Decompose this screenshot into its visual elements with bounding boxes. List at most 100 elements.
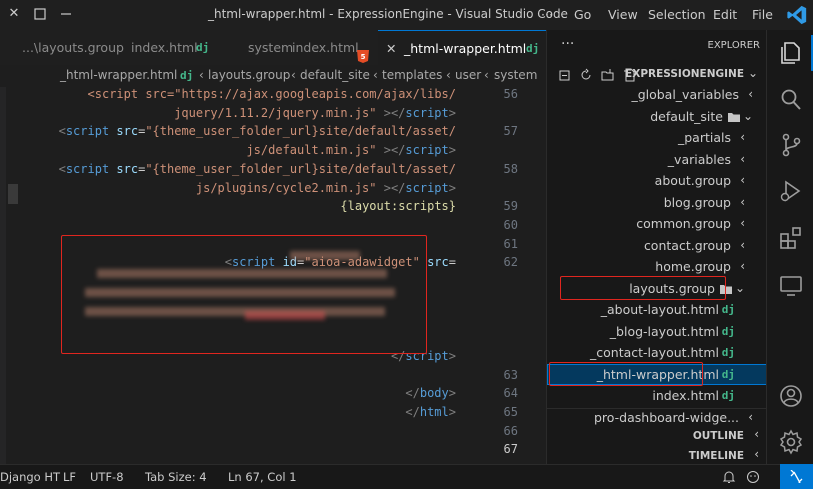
remote-indicator[interactable] (780, 464, 813, 489)
code-token: > (448, 180, 456, 195)
tree-folder-item[interactable]: ‹ contact.group (547, 235, 767, 256)
vscode-logo-icon (787, 5, 807, 25)
breadcrumb-item[interactable]: layouts.group (208, 68, 290, 82)
feedback-icon[interactable] (746, 470, 760, 484)
tab-index-html-layouts[interactable]: ...\layouts.group index.html dj (0, 30, 213, 65)
new-file-icon[interactable] (623, 67, 637, 82)
tab-path-suffix: ...\layouts.group (22, 40, 124, 55)
tree-folder-item[interactable]: ‹ blog.group (547, 192, 767, 213)
chevron-down-icon[interactable]: ⌄ (748, 66, 758, 80)
tree-item-label: _global_variables (631, 87, 739, 102)
chevron-right-icon: ‹ (740, 130, 745, 144)
tree-folder-item[interactable]: ‹ _partials (547, 127, 767, 148)
chevron-down-icon: ⌄ (742, 108, 753, 123)
account-icon[interactable] (778, 383, 804, 409)
html5-file-icon: 5 (357, 41, 369, 63)
more-actions-icon[interactable]: ··· (561, 36, 574, 52)
chevron-left-icon: ‹ (291, 68, 296, 82)
search-icon[interactable] (778, 87, 804, 113)
tree-folder-item[interactable]: ‹ _variables (547, 149, 767, 170)
code-token: script (405, 180, 449, 195)
tab-size[interactable]: Tab Size: 4 (145, 470, 207, 484)
tree-item-label: about.group (654, 173, 731, 188)
svg-text:5: 5 (361, 53, 366, 61)
tree-item-label: common.group (636, 216, 731, 231)
end-of-line[interactable]: LF (63, 470, 76, 484)
outline-section[interactable]: OUTLINE (693, 430, 744, 442)
language-mode[interactable]: Django HT (0, 470, 60, 484)
source-control-icon[interactable] (778, 132, 804, 158)
collapse-all-icon[interactable] (557, 67, 571, 81)
code-line: </html> (405, 405, 456, 419)
breadcrumb-item[interactable]: templates (382, 68, 442, 82)
tree-folder-item[interactable]: ⌄ default_site (547, 106, 767, 127)
close-window-icon[interactable]: ✕ (6, 6, 22, 22)
extensions-icon[interactable] (778, 225, 804, 251)
tree-item-label: _partials (677, 130, 731, 145)
code-line: {layout:scripts} (340, 199, 456, 213)
refresh-icon[interactable] (579, 67, 593, 81)
breadcrumb-file[interactable]: _html-wrapper.html (60, 68, 177, 82)
highlight-box (549, 361, 703, 386)
chevron-left-icon: ‹ (446, 68, 451, 82)
maximize-window-icon[interactable] (32, 6, 48, 22)
encoding[interactable]: UTF-8 (90, 470, 124, 484)
tree-file-item[interactable]: dj _about-layout.html (547, 299, 767, 320)
menu-edit[interactable]: Edit (713, 7, 737, 22)
django-file-icon: dj (196, 41, 210, 54)
explorer-files-icon[interactable] (778, 40, 804, 66)
tree-folder-item[interactable]: ‹ about.group (547, 170, 767, 191)
code-token: ></ (376, 105, 406, 120)
chevron-left-icon[interactable]: ‹ (754, 447, 759, 461)
tab-html-wrapper[interactable]: ✕ _html-wrapper.html dj (378, 30, 546, 66)
menu-more[interactable]: ··· (541, 7, 553, 22)
menu-go[interactable]: Go (574, 7, 591, 22)
code-token: script (65, 124, 110, 139)
tree-folder-item[interactable]: ‹ pro-dashboard-widge... (547, 407, 767, 428)
workspace-root[interactable]: EXPRESSIONENGINE (625, 68, 744, 80)
tree-file-item[interactable]: dj _contact-layout.html (547, 342, 767, 363)
breadcrumb-item[interactable]: user (455, 68, 481, 82)
code-editor[interactable]: 56 <script src="https://ajax.googleapis.c… (0, 87, 546, 464)
cursor-position[interactable]: Ln 67, Col 1 (228, 470, 297, 484)
timeline-section[interactable]: TIMELINE (689, 450, 744, 462)
line-number: 57 (503, 124, 518, 139)
notifications-icon[interactable] (722, 470, 736, 484)
code-token: script (65, 161, 110, 176)
line-number: 60 (503, 217, 518, 232)
gear-icon[interactable] (778, 429, 804, 455)
menu-view[interactable]: View (608, 7, 638, 22)
breadcrumb-item[interactable]: default_site (300, 68, 370, 82)
code-token: jquery/1.11.2/jquery.min.js" (174, 105, 377, 120)
tree-folder-item[interactable]: ‹ _global_variables (547, 84, 767, 105)
line-number: 59 (503, 199, 518, 214)
scrollbar-thumb[interactable] (8, 184, 18, 204)
vertical-scrollbar[interactable] (0, 87, 6, 464)
code-token: ></ (376, 143, 406, 158)
code-line: js/plugins/cycle2.min.js" ></script> (196, 181, 456, 195)
breadcrumb-item[interactable]: system (494, 68, 537, 82)
tree-file-item[interactable]: dj index.html (547, 385, 767, 406)
tree-folder-item[interactable]: ‹ home.group (547, 256, 767, 277)
tree-file-item[interactable]: dj _blog-layout.html (547, 321, 767, 342)
breadcrumb: _html-wrapper.html dj ‹ layouts.group ‹ … (0, 65, 546, 87)
explorer-panel: EXPLORER ··· EXPRESSIONENGINE ⌄ ‹ _global… (546, 30, 767, 464)
django-file-icon: dj (721, 389, 735, 402)
tree-folder-item[interactable]: ‹ common.group (547, 213, 767, 234)
tab-label: _html-wrapper.html (404, 41, 527, 56)
menu-selection[interactable]: Selection (648, 7, 706, 22)
run-debug-icon[interactable] (778, 178, 804, 204)
code-token: ></ (376, 180, 406, 195)
code-token: js/default.min.js" (246, 143, 377, 158)
remote-explorer-icon[interactable] (778, 273, 804, 299)
tree-item-label: home.group (655, 259, 731, 274)
line-number: 62 (503, 255, 518, 270)
menu-file[interactable]: File (752, 7, 773, 22)
chevron-right-icon: ‹ (740, 259, 745, 273)
close-icon[interactable]: ✕ (386, 31, 396, 66)
minimize-window-icon[interactable] (58, 6, 74, 22)
tab-index-html-system[interactable]: system index.html 5 (212, 30, 379, 65)
django-file-icon: dj (721, 346, 735, 359)
chevron-left-icon[interactable]: ‹ (754, 427, 759, 441)
new-folder-icon[interactable] (601, 67, 615, 81)
